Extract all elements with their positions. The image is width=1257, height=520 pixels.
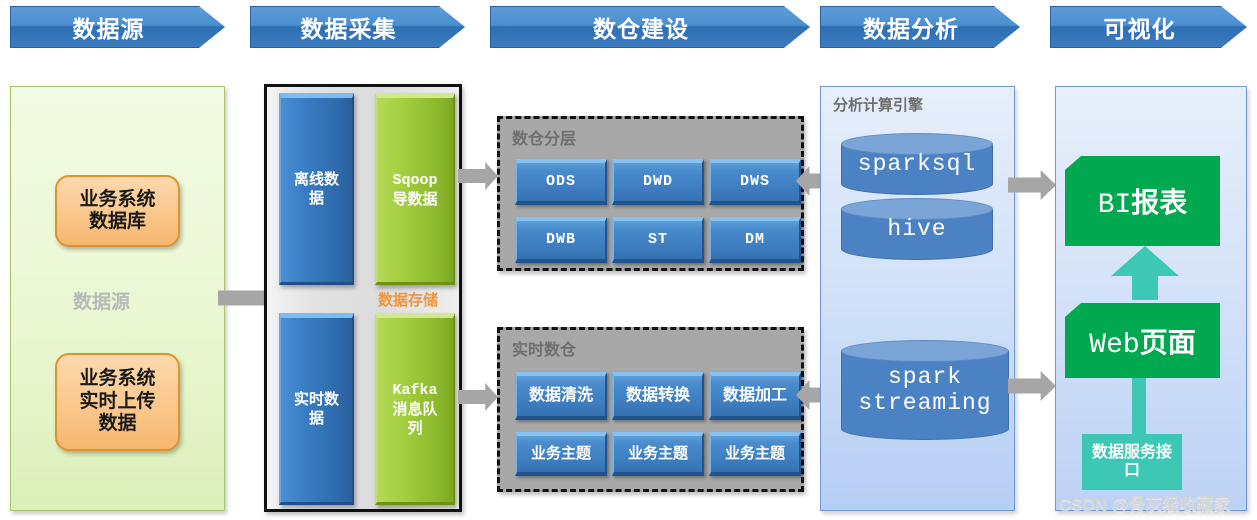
tile-dwb[interactable]: DWB — [515, 217, 607, 263]
group-warehouse-layering: 数仓分层 ODS DWD DWS DWB ST DM — [497, 116, 804, 271]
line-1: 离线数 — [293, 171, 339, 189]
csdn-watermark: CSDN @骨灰级收藏家 — [1059, 495, 1231, 514]
line-2: 实时上传 — [79, 390, 156, 412]
source-box-business-db[interactable]: 业务系统 数据库 — [55, 175, 180, 247]
tile-st[interactable]: ST — [612, 217, 704, 263]
arrow-collection-to-warehouse-realtime — [458, 383, 498, 411]
line-2: streaming — [858, 390, 992, 416]
tile-business-topic-2[interactable]: 业务主题 — [612, 432, 704, 476]
group-realtime-warehouse: 实时数仓 数据清洗 数据转换 数据加工 业务主题 业务主题 业务主题 — [497, 327, 804, 492]
tile-data-transform[interactable]: 数据转换 — [612, 372, 704, 420]
cylinder-sparksql-label: sparksql — [857, 150, 977, 177]
line-1: spark — [887, 363, 962, 390]
label-en: BI — [1097, 190, 1132, 221]
label-cn: 报表 — [1131, 187, 1188, 218]
line-1: 业务系统 — [79, 368, 156, 390]
collect-block-offline-data[interactable]: 离线数 据 — [279, 93, 354, 285]
line-2: 消息队 — [392, 401, 438, 419]
group-warehouse-layering-title: 数仓分层 — [512, 131, 577, 148]
stage-header-warehouse[interactable]: 数仓建设 — [490, 6, 810, 48]
cylinder-hive-label: hive — [887, 215, 947, 242]
cylinder-spark-streaming-label: spark streaming — [841, 351, 1009, 429]
viz-service-interface-text: 数据服务接 口 — [1092, 444, 1172, 481]
source-box-realtime-upload-text: 业务系统 实时上传 数据 — [79, 368, 155, 435]
collect-block-sqoop-text: Sqoop 导数据 — [392, 171, 437, 210]
stage-header-visualization[interactable]: 可视化 — [1050, 6, 1247, 48]
arrow-collection-to-warehouse-batch — [458, 162, 498, 190]
source-box-realtime-upload[interactable]: 业务系统 实时上传 数据 — [55, 353, 180, 451]
cylinder-hive[interactable]: hive — [841, 198, 993, 260]
line-3: 列 — [407, 419, 423, 437]
arrow-analysis-to-bi-report — [1008, 170, 1056, 200]
stage-header-datasource[interactable]: 数据源 — [10, 6, 225, 48]
collect-block-realtime-data-text: 实时数 据 — [294, 391, 339, 429]
diagram-canvas: 数据源 数据采集 数仓建设 数据分析 可视化 业务系统 数据库 数据源 业务系统… — [0, 0, 1257, 520]
tile-data-processing[interactable]: 数据加工 — [709, 372, 801, 420]
line-2: 数据库 — [88, 211, 146, 232]
tile-business-topic-3[interactable]: 业务主题 — [709, 432, 801, 476]
line-1: Kafka — [392, 382, 438, 400]
label-en: Web — [1089, 329, 1140, 361]
stage-header-datacollection[interactable]: 数据采集 — [250, 6, 465, 48]
tile-data-cleaning[interactable]: 数据清洗 — [515, 372, 607, 420]
panel-analysis-engine-title: 分析计算引擎 — [833, 97, 924, 114]
viz-block-bi-report[interactable]: BI报表 — [1065, 156, 1220, 246]
collect-block-kafka-text: Kafka 消息队 列 — [392, 381, 437, 438]
line-2: 据 — [308, 190, 324, 207]
source-box-business-db-text: 业务系统 数据库 — [79, 189, 155, 234]
collect-block-realtime-data[interactable]: 实时数 据 — [279, 313, 354, 505]
line-1: 数据服务接 — [1091, 443, 1172, 461]
collect-block-offline-data-text: 离线数 据 — [294, 171, 339, 209]
tile-ods[interactable]: ODS — [515, 159, 607, 205]
line-1: 业务系统 — [79, 188, 156, 210]
line-3: 数据 — [98, 413, 137, 435]
tile-business-topic-1[interactable]: 业务主题 — [515, 432, 607, 476]
collect-block-kafka[interactable]: Kafka 消息队 列 — [375, 313, 455, 505]
collect-block-sqoop[interactable]: Sqoop 导数据 — [375, 93, 455, 285]
tile-dwd[interactable]: DWD — [612, 159, 704, 205]
line-2: 据 — [308, 410, 324, 427]
viz-block-web-page-text: Web页面 — [1089, 321, 1195, 361]
line-1: Sqoop — [392, 171, 438, 189]
cylinder-sparksql[interactable]: sparksql — [841, 133, 993, 195]
arrow-analysis-to-web-page — [1008, 371, 1056, 401]
source-panel-watermark: 数据源 — [73, 292, 131, 313]
line-2: 导数据 — [392, 190, 438, 208]
tile-dm[interactable]: DM — [709, 217, 801, 263]
tile-dws[interactable]: DWS — [709, 159, 801, 205]
label-cn: 页面 — [1139, 326, 1196, 358]
line-1: 实时数 — [293, 391, 339, 409]
arrow-service-to-web-shaft — [1132, 378, 1146, 436]
viz-block-web-page[interactable]: Web页面 — [1065, 303, 1220, 378]
cylinder-spark-streaming[interactable]: spark streaming — [841, 340, 1009, 440]
line-2: 口 — [1123, 462, 1140, 479]
stage-header-analysis[interactable]: 数据分析 — [820, 6, 1020, 48]
viz-block-bi-report-text: BI报表 — [1098, 181, 1188, 221]
group-realtime-warehouse-title: 实时数仓 — [512, 342, 577, 359]
label-data-storage: 数据存储 — [378, 292, 439, 309]
viz-service-interface[interactable]: 数据服务接 口 — [1082, 434, 1182, 490]
